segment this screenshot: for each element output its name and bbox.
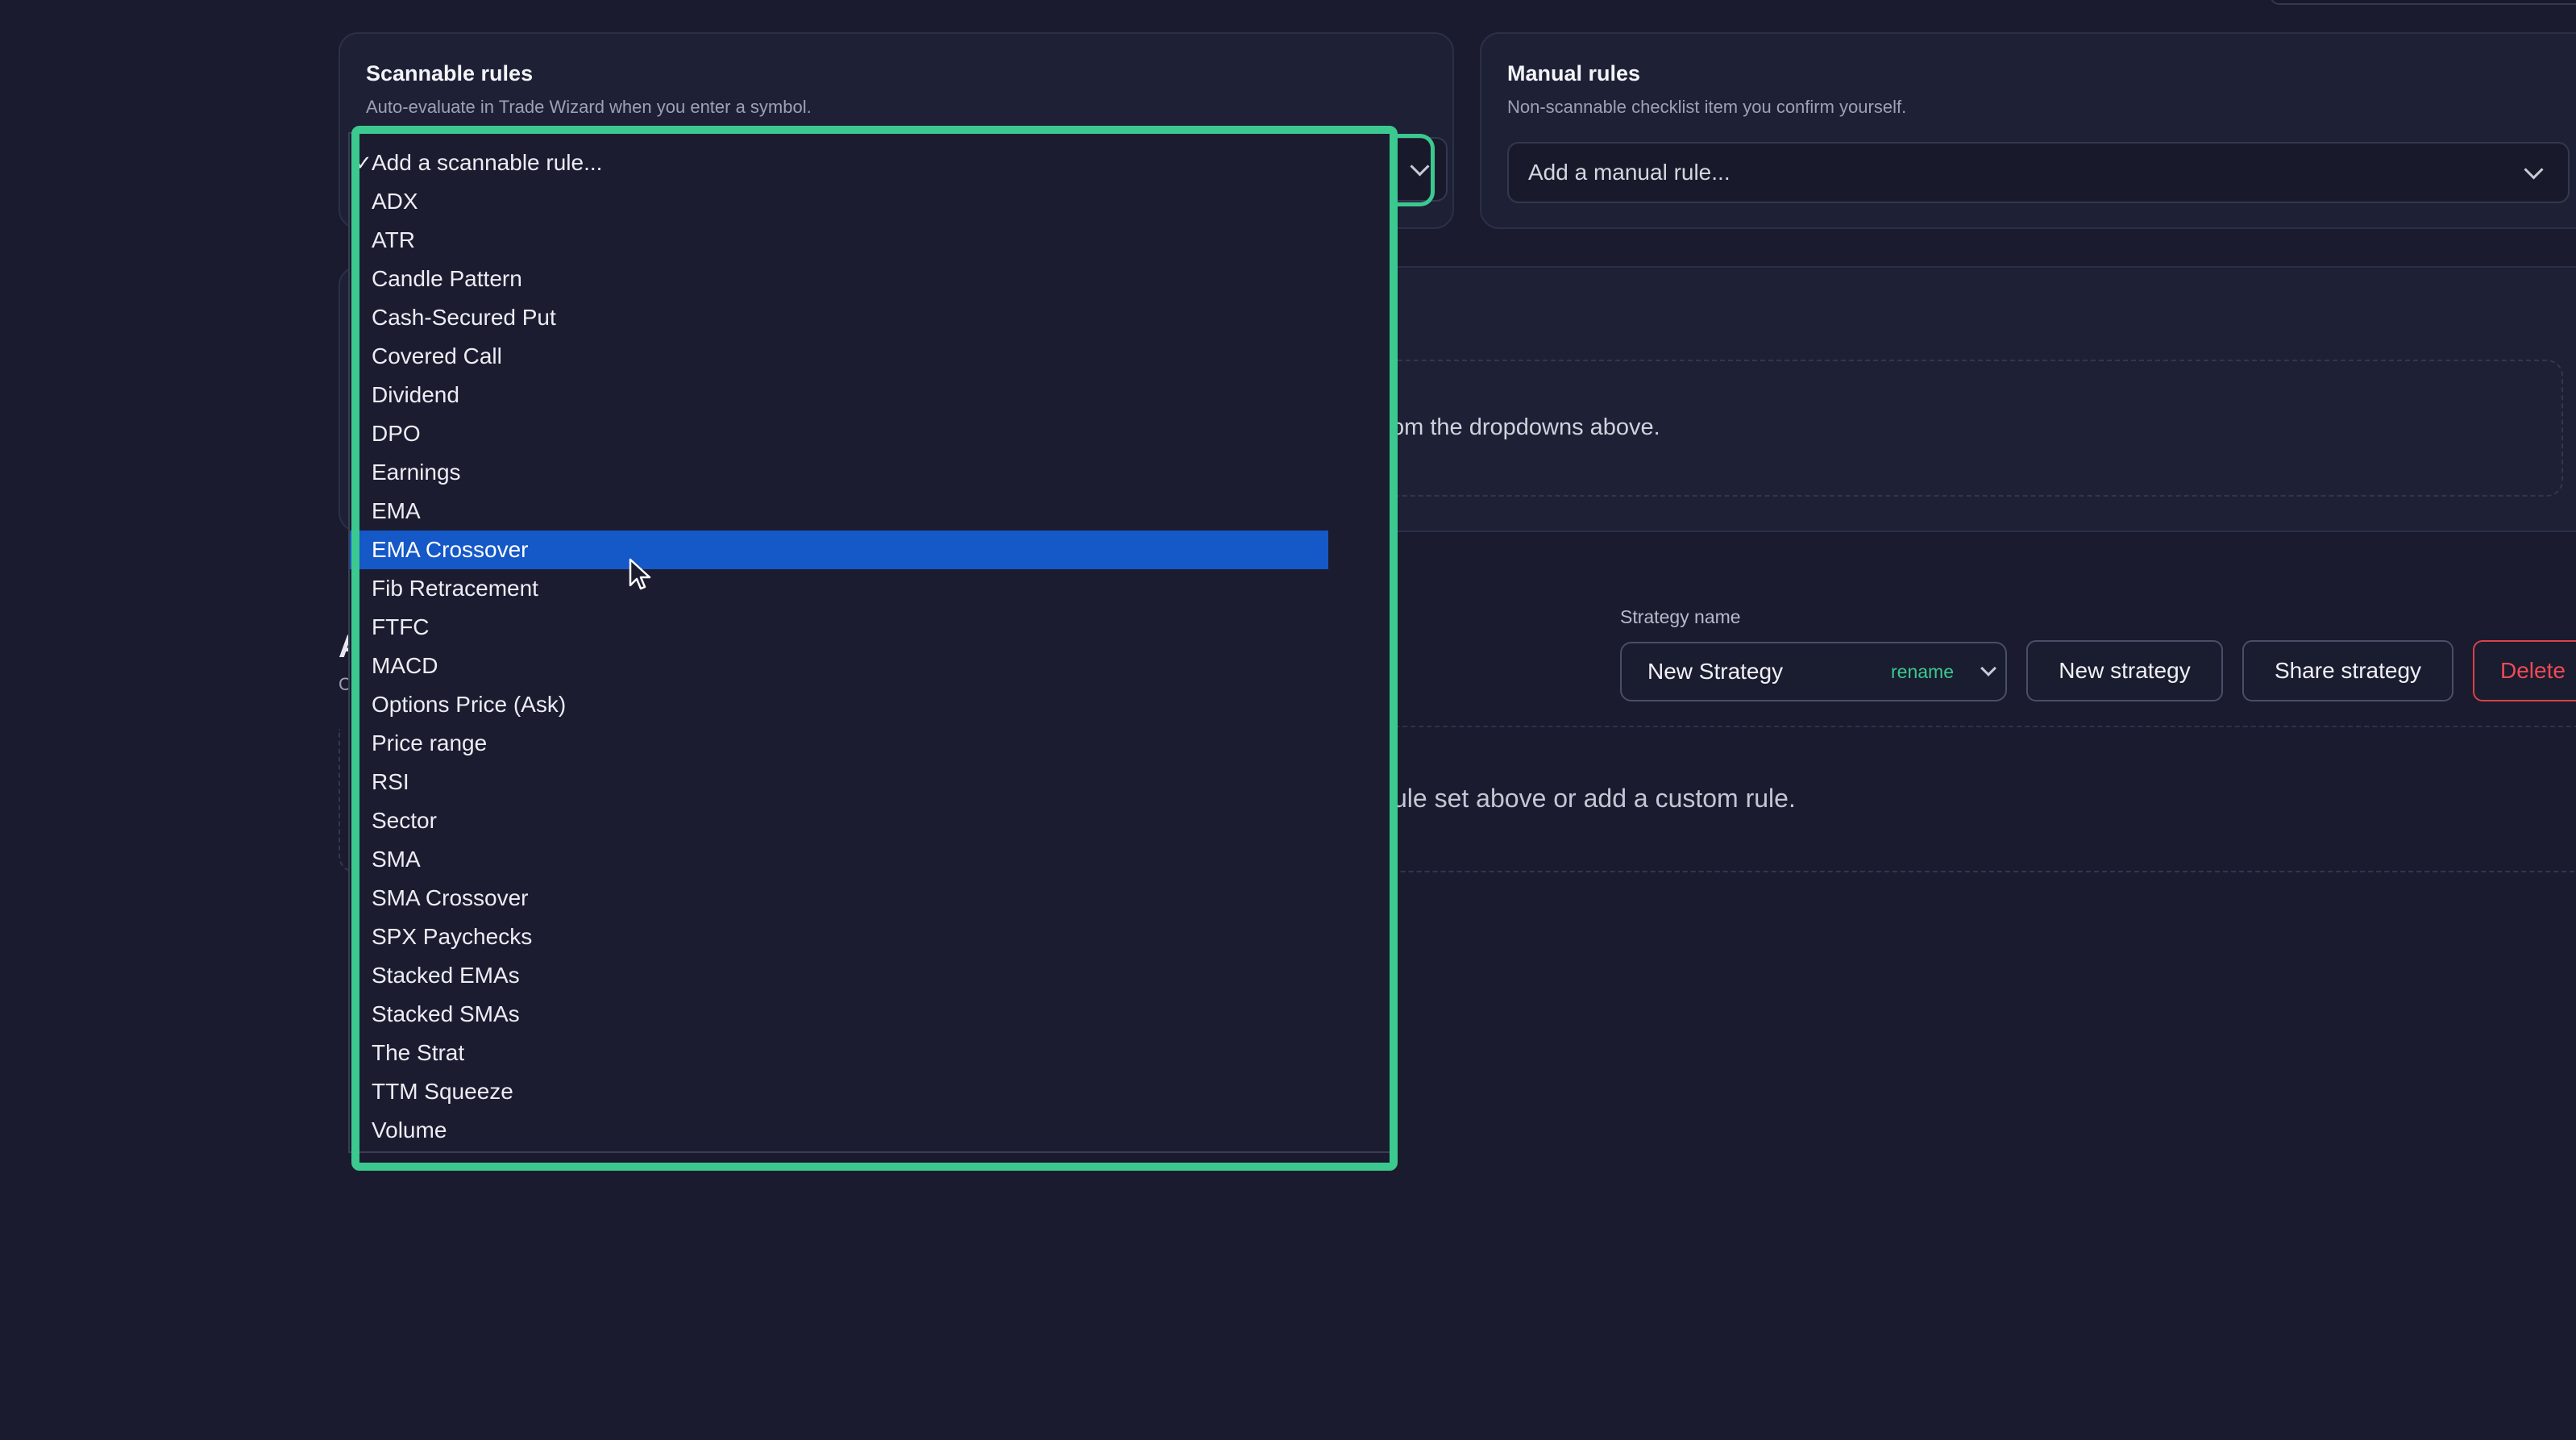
dropdown-option[interactable]: Earnings (350, 453, 1328, 492)
pointer-cursor-icon (629, 558, 651, 590)
app-root: Scannable rules Auto-evaluate in Trade W… (0, 0, 2576, 1440)
dropdown-option[interactable]: EMA Crossover (350, 531, 1328, 569)
dropdown-option-label: Price range (372, 730, 488, 755)
dropdown-option-label: FTFC (372, 614, 430, 639)
dropdown-option-label: EMA Crossover (372, 537, 529, 562)
dropdown-option[interactable]: Dividend (350, 376, 1328, 414)
top-right-partial-control[interactable] (2270, 0, 2576, 5)
share-strategy-button[interactable]: Share strategy (2242, 640, 2453, 701)
dropdown-option[interactable]: RSI (350, 763, 1328, 801)
dropdown-option-label: Stacked EMAs (372, 963, 520, 988)
dropdown-option[interactable]: Sector (350, 801, 1328, 840)
dropdown-option[interactable]: Cash-Secured Put (350, 298, 1328, 337)
strategy-divider (1370, 726, 2576, 727)
dropdown-option[interactable]: Candle Pattern (350, 260, 1328, 298)
dropdown-option[interactable]: Stacked EMAs (350, 956, 1328, 995)
dropdown-option[interactable]: ✓ Add a scannable rule... (350, 144, 1328, 182)
dropdown-option-label: Options Price (Ask) (372, 692, 567, 717)
dropdown-option[interactable]: MACD (350, 647, 1328, 685)
rules-empty-text: om the dropdowns above. (1391, 414, 1660, 440)
dropdown-option-label: RSI (372, 769, 409, 794)
dropdown-option-label: Covered Call (372, 343, 502, 368)
scannable-rules-title: Scannable rules (366, 61, 534, 85)
check-icon: ✓ (355, 151, 372, 175)
dropdown-option-label: SMA Crossover (372, 885, 529, 910)
rename-link[interactable]: rename (1891, 661, 1954, 683)
strategy-name-select[interactable]: New Strategy rename (1620, 642, 2007, 701)
dropdown-option-label: DPO (372, 421, 421, 446)
delete-strategy-button[interactable]: Delete (2473, 640, 2576, 701)
dropdown-option-label: TTM Squeeze (372, 1079, 513, 1104)
dropdown-option-label: EMA (372, 498, 421, 523)
dropdown-option[interactable]: ADX (350, 182, 1328, 221)
dropdown-option-label: SMA (372, 847, 421, 872)
scannable-rule-dropdown-list[interactable]: ✓ Add a scannable rule... ADX ATR Candle Pat… (348, 132, 1396, 1153)
dropdown-option-label: Candle Pattern (372, 266, 522, 291)
dropdown-option-label: Stacked SMAs (372, 1001, 520, 1026)
dropdown-option[interactable]: SPX Paychecks (350, 918, 1328, 956)
dropdown-option[interactable]: Fib Retracement (350, 569, 1328, 608)
dropdown-option-label: ATR (372, 227, 415, 252)
dropdown-option[interactable]: Volume (350, 1111, 1328, 1150)
dropdown-option-label: The Strat (372, 1040, 465, 1065)
chevron-down-icon (1410, 156, 1430, 177)
dropdown-option[interactable]: FTFC (350, 608, 1328, 647)
dropdown-option-label: Sector (372, 808, 437, 833)
manual-rules-card: Manual rules Non-scannable checklist ite… (1480, 32, 2576, 229)
manual-rule-select-value: Add a manual rule... (1528, 160, 1730, 185)
chevron-down-icon (2524, 160, 2544, 180)
manual-rules-title: Manual rules (1507, 61, 1641, 85)
scannable-rules-subtitle: Auto-evaluate in Trade Wizard when you e… (366, 97, 812, 117)
chevron-down-icon (1980, 660, 1996, 676)
dropdown-option[interactable]: ATR (350, 221, 1328, 260)
dropdown-option[interactable]: Stacked SMAs (350, 995, 1328, 1034)
dropdown-option[interactable]: Covered Call (350, 337, 1328, 376)
dropdown-option-label: Cash-Secured Put (372, 305, 556, 330)
dropdown-option-label: Dividend (372, 382, 459, 407)
dropdown-option[interactable]: Options Price (Ask) (350, 685, 1328, 724)
manual-rules-subtitle: Non-scannable checklist item you confirm… (1507, 97, 1907, 117)
dropdown-option-label: MACD (372, 653, 438, 678)
strategy-name-value: New Strategy (1647, 659, 1784, 684)
strategy-name-label: Strategy name (1620, 606, 1741, 627)
dropdown-option[interactable]: DPO (350, 414, 1328, 453)
dropdown-option[interactable]: SMA (350, 840, 1328, 879)
dropdown-option-label: Add a scannable rule... (372, 150, 603, 175)
dropdown-option-label: SPX Paychecks (372, 924, 533, 949)
strategy-rules-empty-text: ule set above or add a custom rule. (1393, 784, 1796, 813)
dropdown-option[interactable]: EMA (350, 492, 1328, 531)
dropdown-option-label: Fib Retracement (372, 576, 538, 601)
manual-rule-select[interactable]: Add a manual rule... (1507, 142, 2570, 203)
dropdown-option[interactable]: Price range (350, 724, 1328, 763)
dropdown-option-label: Earnings (372, 460, 461, 485)
dropdown-option[interactable]: SMA Crossover (350, 879, 1328, 918)
dropdown-option[interactable]: TTM Squeeze (350, 1072, 1328, 1111)
dropdown-option-label: Volume (372, 1117, 447, 1142)
dropdown-option[interactable]: The Strat (350, 1034, 1328, 1072)
new-strategy-button[interactable]: New strategy (2026, 640, 2223, 701)
dropdown-option-label: ADX (372, 189, 418, 214)
